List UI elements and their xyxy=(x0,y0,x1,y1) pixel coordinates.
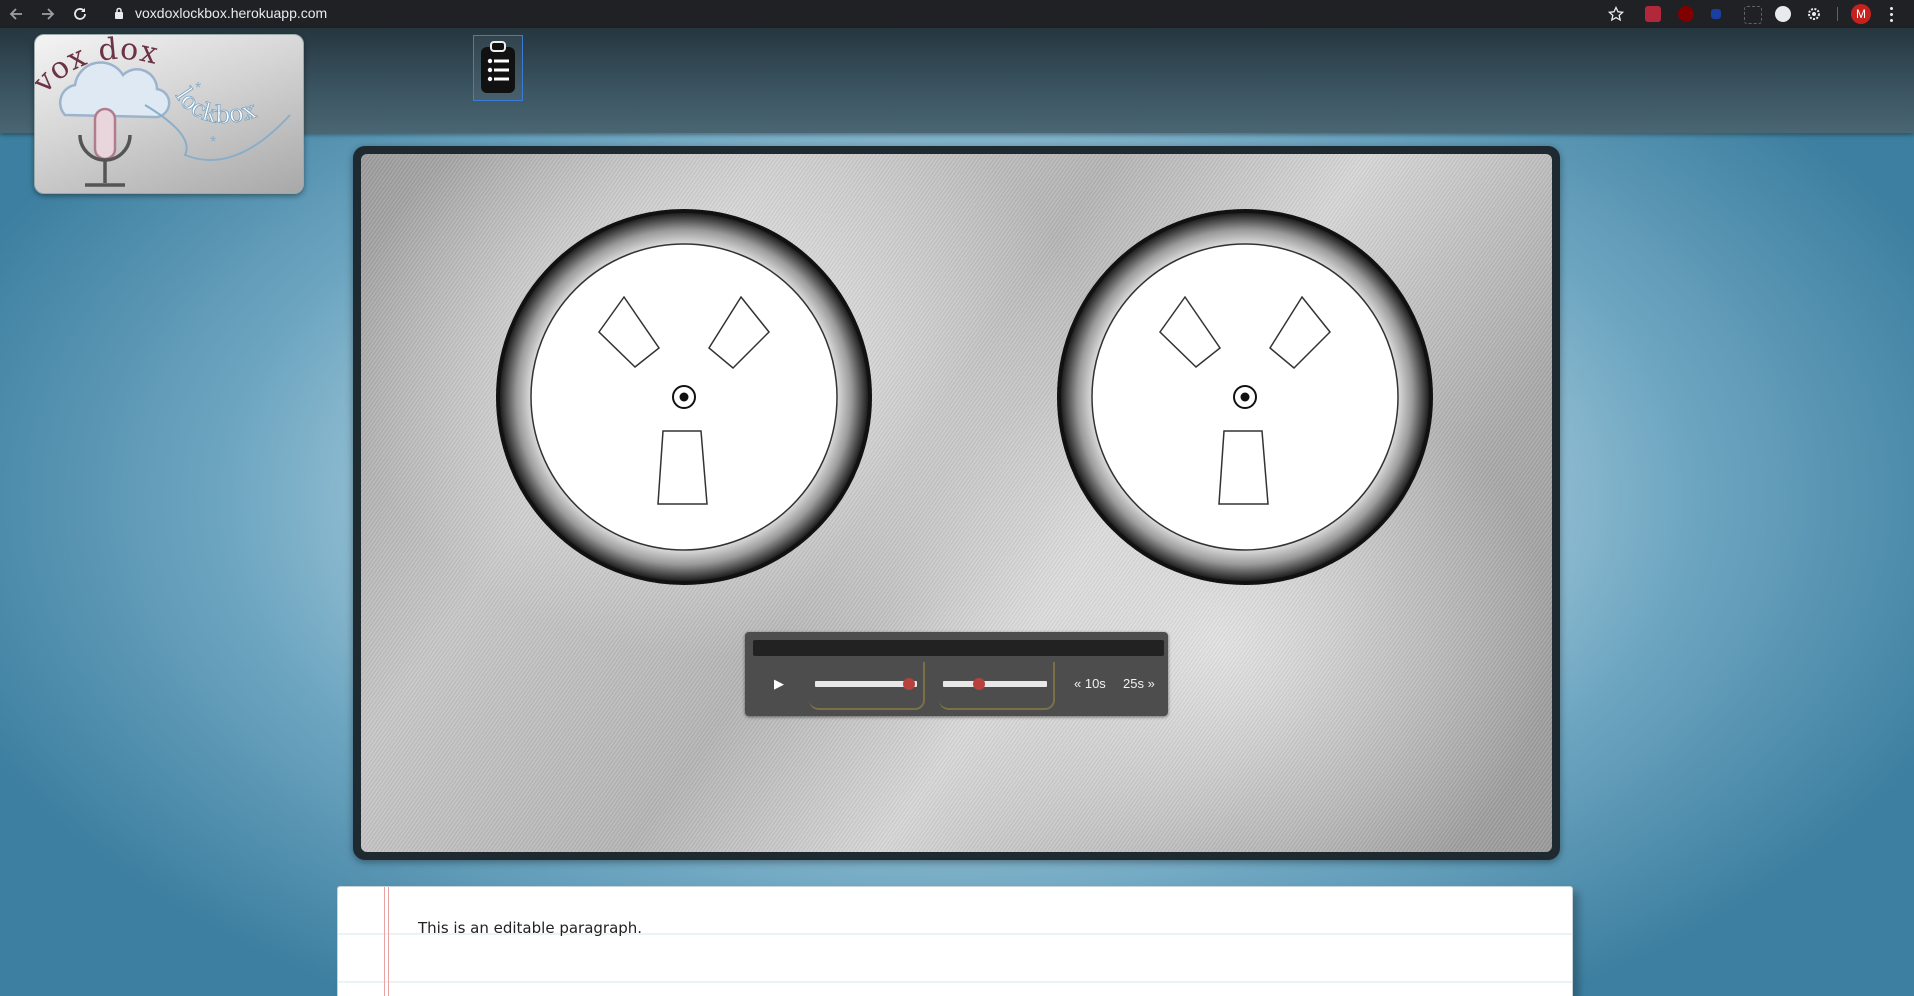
seek-slider[interactable] xyxy=(815,681,917,687)
browser-menu-icon[interactable] xyxy=(1885,4,1897,24)
gear-icon[interactable] xyxy=(1806,6,1822,22)
notebook-editor[interactable]: This is an editable paragraph. xyxy=(337,886,1573,996)
back-icon[interactable] xyxy=(4,0,28,28)
bookmark-star-icon[interactable] xyxy=(1608,6,1624,22)
forward-icon[interactable] xyxy=(36,0,60,28)
browser-toolbar: voxdoxlockbox.herokuapp.com M xyxy=(0,0,1914,28)
seek-slider-frame xyxy=(809,662,925,710)
extension-icon-ublock[interactable] xyxy=(1678,6,1694,22)
clipboard-list-icon xyxy=(481,41,515,93)
seek-slider-thumb[interactable] xyxy=(902,678,915,690)
clipboard-button[interactable] xyxy=(473,35,523,101)
volume-slider-thumb[interactable] xyxy=(973,678,986,690)
margin-line xyxy=(384,887,385,996)
extension-icon-4[interactable] xyxy=(1744,6,1762,24)
toolbar-divider xyxy=(1837,7,1838,21)
extension-icon-1[interactable] xyxy=(1645,6,1661,22)
svg-text:lockbox: lockbox xyxy=(170,83,260,129)
margin-line xyxy=(388,887,389,996)
skip-forward-button[interactable]: 25s » xyxy=(1123,676,1155,692)
volume-slider-frame xyxy=(939,662,1055,710)
logo-asterisk: * xyxy=(195,80,201,97)
editable-paragraph[interactable]: This is an editable paragraph. xyxy=(418,919,642,937)
volume-slider[interactable] xyxy=(943,681,1047,687)
reload-icon[interactable] xyxy=(68,0,92,28)
extension-icon-5[interactable] xyxy=(1775,6,1791,22)
audio-controls: ▶ « 10s 25s » xyxy=(745,632,1168,716)
address-bar-url[interactable]: voxdoxlockbox.herokuapp.com xyxy=(135,5,327,21)
right-reel xyxy=(1057,209,1433,585)
profile-avatar[interactable]: M xyxy=(1851,4,1871,24)
lock-icon xyxy=(115,7,123,19)
play-button[interactable]: ▶ xyxy=(769,674,789,694)
app-logo[interactable]: vox dox lockbox * * xyxy=(34,34,304,194)
logo-asterisk-2: * xyxy=(210,134,216,151)
skip-back-button[interactable]: « 10s xyxy=(1074,676,1106,692)
progress-bar[interactable] xyxy=(753,640,1164,656)
brushed-metal-panel xyxy=(361,154,1552,852)
logo-text-bottom: lockbox xyxy=(170,82,260,129)
extension-icon-3[interactable] xyxy=(1711,9,1721,19)
left-reel xyxy=(496,209,872,585)
tape-deck xyxy=(353,146,1560,860)
